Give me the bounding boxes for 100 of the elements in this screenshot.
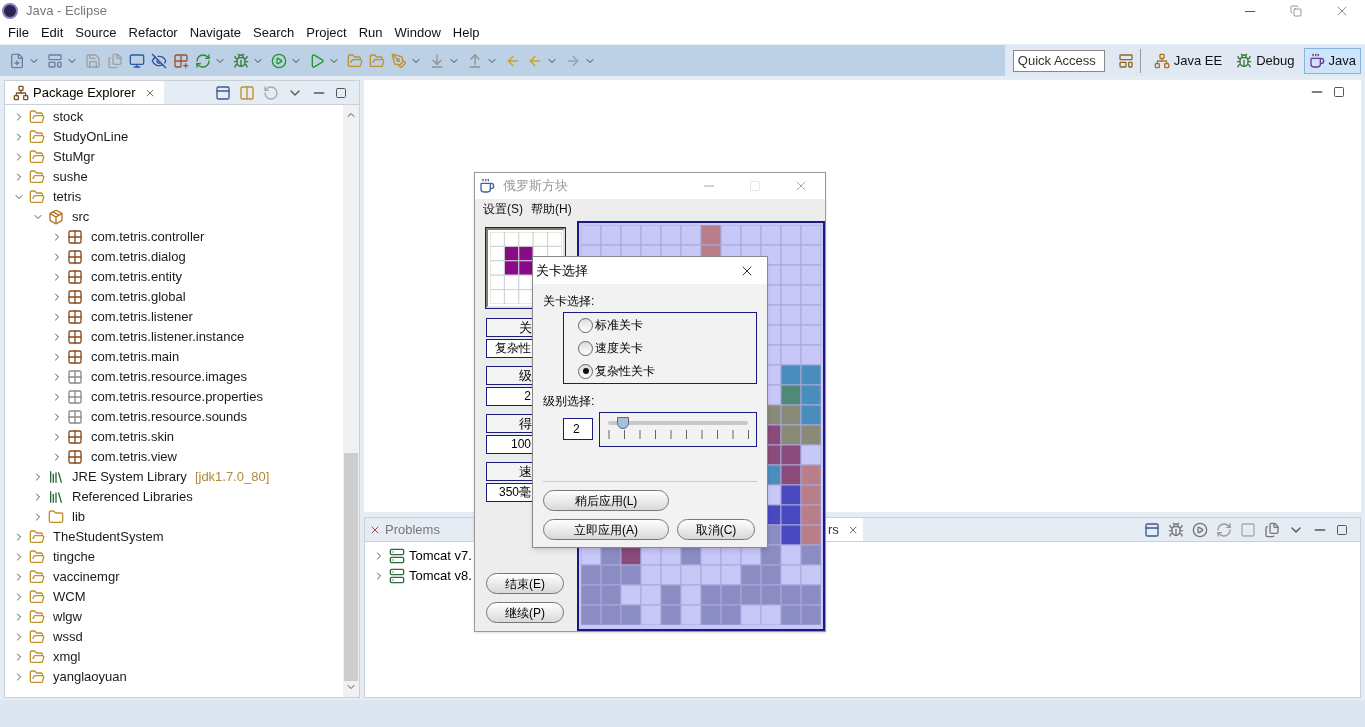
tree-item-label: com.tetris.resource.sounds — [91, 408, 248, 427]
tree-item[interactable]: com.tetris.listener — [5, 307, 343, 327]
problems-tab[interactable]: Problems — [365, 519, 444, 540]
menu-item[interactable]: Run — [352, 23, 389, 43]
bug-icon — [233, 52, 249, 69]
open-perspective-button[interactable] — [1116, 48, 1141, 73]
menu-item[interactable]: Window — [388, 23, 447, 43]
tree-item[interactable]: TheStudentSystem — [5, 527, 343, 547]
maximize-view-icon[interactable] — [1333, 86, 1345, 98]
menu-item[interactable]: Source — [69, 23, 123, 43]
project-icon — [29, 149, 45, 165]
level-value-field[interactable]: 2 — [563, 418, 593, 440]
tree-item[interactable]: com.tetris.listener.instance — [5, 327, 343, 347]
tree-item-label: com.tetris.controller — [91, 228, 205, 247]
info-value: 350毫 — [497, 484, 532, 501]
tree-item[interactable]: com.tetris.global — [5, 287, 343, 307]
radio-label[interactable]: 标准关卡 — [595, 316, 643, 334]
save-icon — [85, 52, 101, 69]
tree-item[interactable]: com.tetris.controller — [5, 227, 343, 247]
quick-access-field[interactable]: Quick Access — [1012, 49, 1105, 72]
tree-item[interactable]: Referenced Libraries — [5, 487, 343, 507]
radio-button[interactable] — [578, 340, 593, 356]
coffee-icon — [479, 177, 495, 194]
tree-item-label: com.tetris.resource.properties — [91, 388, 263, 407]
bug-icon — [1236, 52, 1253, 69]
tree-item[interactable]: sushe — [5, 167, 343, 187]
menu-item[interactable]: Navigate — [183, 23, 247, 43]
tree-item[interactable]: wlgw — [5, 607, 343, 627]
menu-item[interactable]: 设置(S) — [483, 200, 523, 219]
minimize-icon — [1245, 10, 1255, 12]
stop-icon[interactable] — [1240, 521, 1256, 538]
tree-item[interactable]: yanglaoyuan — [5, 667, 343, 687]
coffee-icon — [1308, 52, 1325, 69]
tree-item[interactable]: com.tetris.resource.sounds — [5, 407, 343, 427]
server-label: Tomcat v7. — [409, 547, 472, 566]
scrollbar[interactable] — [343, 105, 359, 697]
tree-item-label: lib — [72, 508, 85, 527]
package-explorer-tab[interactable]: Package Explorer — [5, 81, 164, 104]
refresh-icon[interactable] — [1216, 521, 1232, 538]
tree-item[interactable]: tingche — [5, 547, 343, 567]
radio-label[interactable]: 复杂性关卡 — [595, 362, 655, 380]
tree-item[interactable]: src — [5, 207, 343, 227]
menu-item[interactable]: 帮助(H) — [531, 200, 572, 219]
server-icon — [389, 548, 405, 564]
servers-tab[interactable]: rs — [826, 518, 863, 541]
tree-item[interactable]: stock — [5, 107, 343, 127]
maximize-button[interactable] — [749, 179, 761, 192]
tree-item[interactable]: com.tetris.skin — [5, 427, 343, 447]
dialog-button[interactable]: 稍后应用(L) — [543, 490, 669, 511]
tree-item[interactable]: tetris — [5, 187, 343, 207]
tree-item[interactable]: com.tetris.resource.images — [5, 367, 343, 387]
tree-item[interactable]: StuMgr — [5, 147, 343, 167]
tree-item[interactable]: xmgl — [5, 647, 343, 667]
menu-item[interactable]: Help — [446, 23, 486, 43]
tree-item-label: JRE System Library — [72, 468, 187, 487]
tree-item[interactable]: StudyOnLine — [5, 127, 343, 147]
perspective-button[interactable]: Java — [1303, 47, 1361, 74]
tree-item[interactable]: com.tetris.resource.properties — [5, 387, 343, 407]
hierarchy-icon — [1153, 52, 1170, 69]
perspective-button[interactable]: Java EE — [1148, 47, 1228, 74]
menu-item[interactable]: Search — [247, 23, 301, 43]
radio-label[interactable]: 速度关卡 — [595, 339, 643, 357]
dialog-button[interactable]: 取消(C) — [677, 519, 755, 540]
tree-item-label: sushe — [53, 168, 88, 187]
tree-item[interactable]: com.tetris.dialog — [5, 247, 343, 267]
project-icon — [29, 169, 45, 185]
game-button[interactable]: 继续(P) — [486, 602, 564, 623]
maximize-view-icon[interactable] — [335, 86, 347, 99]
game-button[interactable]: 结束(E) — [486, 573, 564, 594]
tree-item-label: com.tetris.main — [91, 348, 180, 367]
menu-item[interactable]: File — [2, 23, 35, 43]
tree-item[interactable]: com.tetris.entity — [5, 267, 343, 287]
tree-item-decoration: [jdk1.7.0_80] — [194, 468, 270, 487]
radio-button[interactable] — [578, 363, 593, 379]
tree-item[interactable]: wssd — [5, 627, 343, 647]
menu-item[interactable]: Project — [300, 23, 353, 43]
monitor-icon — [129, 52, 145, 69]
run-icon[interactable] — [1192, 521, 1208, 538]
project-icon — [29, 569, 45, 585]
project-icon — [29, 669, 45, 685]
radio-button[interactable] — [578, 317, 593, 333]
folder-icon — [48, 509, 64, 525]
tree-item[interactable]: WCM — [5, 587, 343, 607]
tree-item-label: com.tetris.listener — [91, 308, 193, 327]
bug-icon[interactable] — [1168, 521, 1184, 538]
slider-thumb[interactable] — [617, 417, 630, 429]
server-item[interactable]: Tomcat v7. — [373, 546, 472, 566]
menu-item[interactable]: Refactor — [122, 23, 184, 43]
tree-item[interactable]: com.tetris.view — [5, 447, 343, 467]
tree-item[interactable]: JRE System Library [jdk1.7.0_80] — [5, 467, 343, 487]
dialog-button[interactable]: 立即应用(A) — [543, 519, 669, 540]
tree-item[interactable]: lib — [5, 507, 343, 527]
maximize-view-icon[interactable] — [1336, 523, 1348, 536]
tree-item[interactable]: vaccinemgr — [5, 567, 343, 587]
perspective-button[interactable]: Debug — [1231, 47, 1300, 74]
scrollbar-thumb[interactable] — [344, 453, 358, 681]
menu-item[interactable]: Edit — [34, 23, 70, 43]
tree-item[interactable]: com.tetris.main — [5, 347, 343, 367]
dialog-title: 关卡选择 — [536, 261, 588, 280]
server-item[interactable]: Tomcat v8. — [373, 566, 472, 586]
